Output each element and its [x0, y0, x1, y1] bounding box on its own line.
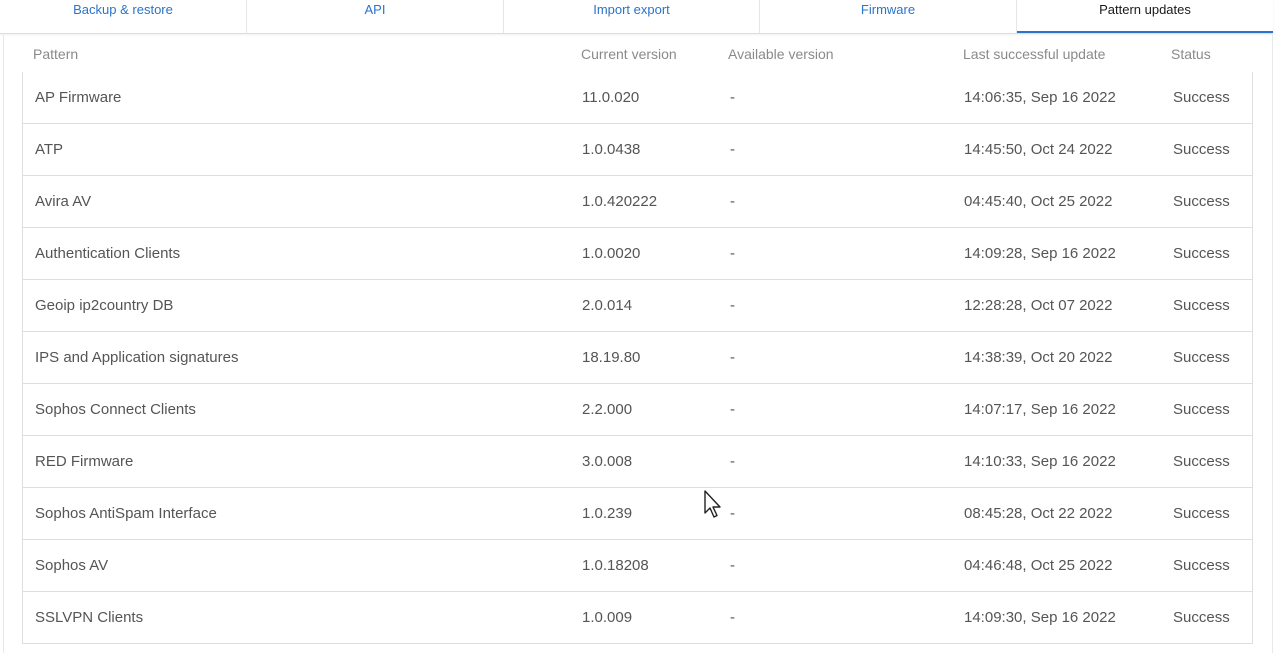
table-row[interactable]: ATP 1.0.0438 - 14:45:50, Oct 24 2022 Suc…	[22, 124, 1253, 176]
cell-status: Success	[1173, 557, 1230, 574]
cell-available-version: -	[730, 89, 735, 106]
cell-available-version: -	[730, 401, 735, 418]
cell-pattern: IPS and Application signatures	[35, 349, 239, 366]
cell-pattern: Authentication Clients	[35, 245, 181, 262]
cell-last-update: 14:38:39, Oct 20 2022	[964, 349, 1113, 366]
cell-last-update: 04:46:48, Oct 25 2022	[964, 557, 1113, 574]
cell-pattern: Avira AV	[35, 193, 92, 210]
cell-last-update: 12:28:28, Oct 07 2022	[964, 297, 1113, 314]
cell-current-version: 1.0.009	[582, 609, 633, 626]
cell-last-update: 14:10:33, Sep 16 2022	[964, 453, 1116, 470]
table-row[interactable]: Sophos AV 1.0.18208 - 04:46:48, Oct 25 2…	[22, 540, 1253, 592]
table-row[interactable]: Avira AV 1.0.420222 - 04:45:40, Oct 25 2…	[22, 176, 1253, 228]
tab-pattern-updates[interactable]: Pattern updates	[1017, 0, 1273, 33]
mouse-pointer-icon	[704, 490, 721, 518]
cell-pattern: Sophos Connect Clients	[35, 401, 196, 418]
cell-status: Success	[1173, 609, 1230, 626]
cell-pattern: SSLVPN Clients	[35, 609, 144, 626]
cell-pattern: ATP	[35, 141, 64, 158]
table-row[interactable]: Sophos Connect Clients 2.2.000 - 14:07:1…	[22, 384, 1253, 436]
header-last-successful-update[interactable]: Last successful update	[963, 46, 1105, 62]
cell-available-version: -	[730, 453, 735, 470]
table-row[interactable]: Geoip ip2country DB 2.0.014 - 12:28:28, …	[22, 280, 1253, 332]
table-row[interactable]: SSLVPN Clients 1.0.009 - 14:09:30, Sep 1…	[22, 592, 1253, 644]
cell-pattern: Geoip ip2country DB	[35, 297, 174, 314]
cell-available-version: -	[730, 297, 735, 314]
cell-last-update: 04:45:40, Oct 25 2022	[964, 193, 1113, 210]
header-pattern[interactable]: Pattern	[33, 46, 78, 62]
cell-last-update: 08:45:28, Oct 22 2022	[964, 505, 1113, 522]
cell-current-version: 1.0.18208	[582, 557, 649, 574]
cell-pattern: AP Firmware	[35, 89, 122, 106]
cell-last-update: 14:45:50, Oct 24 2022	[964, 141, 1113, 158]
header-status[interactable]: Status	[1171, 46, 1211, 62]
cell-pattern: Sophos AntiSpam Interface	[35, 505, 217, 522]
table-header: Pattern Current version Available versio…	[22, 38, 1253, 72]
pattern-updates-table: Pattern Current version Available versio…	[22, 38, 1253, 644]
cell-status: Success	[1173, 245, 1230, 262]
cell-last-update: 14:09:28, Sep 16 2022	[964, 245, 1116, 262]
cell-status: Success	[1173, 89, 1230, 106]
cell-status: Success	[1173, 401, 1230, 418]
cell-current-version: 11.0.020	[582, 89, 640, 106]
tab-backup-restore[interactable]: Backup & restore	[0, 0, 247, 33]
cell-pattern: Sophos AV	[35, 557, 109, 574]
table-row[interactable]: Sophos AntiSpam Interface 1.0.239 - 08:4…	[22, 488, 1253, 540]
cell-current-version: 1.0.0020	[582, 245, 641, 262]
tab-import-export[interactable]: Import export	[504, 0, 760, 33]
cell-current-version: 1.0.239	[582, 505, 633, 522]
table-row[interactable]: Authentication Clients 1.0.0020 - 14:09:…	[22, 228, 1253, 280]
cell-current-version: 2.0.014	[582, 297, 633, 314]
cell-status: Success	[1173, 453, 1230, 470]
cell-status: Success	[1173, 297, 1230, 314]
tab-bar: Backup & restore API Import export Firmw…	[0, 0, 1273, 34]
cell-available-version: -	[730, 245, 735, 262]
cell-available-version: -	[730, 505, 735, 522]
cell-status: Success	[1173, 349, 1230, 366]
cell-status: Success	[1173, 141, 1230, 158]
cell-current-version: 2.2.000	[582, 401, 633, 418]
content-left-border	[3, 33, 4, 653]
cell-last-update: 14:06:35, Sep 16 2022	[964, 89, 1116, 106]
cell-status: Success	[1173, 505, 1230, 522]
table-row[interactable]: RED Firmware 3.0.008 - 14:10:33, Sep 16 …	[22, 436, 1253, 488]
header-available-version[interactable]: Available version	[728, 46, 834, 62]
content-right-border	[1272, 33, 1273, 653]
cell-current-version: 18.19.80	[582, 349, 641, 366]
cell-status: Success	[1173, 193, 1230, 210]
cell-current-version: 3.0.008	[582, 453, 633, 470]
table-row[interactable]: IPS and Application signatures 18.19.80 …	[22, 332, 1253, 384]
cell-available-version: -	[730, 193, 735, 210]
cell-available-version: -	[730, 609, 735, 626]
cell-available-version: -	[730, 141, 735, 158]
table-row[interactable]: AP Firmware 11.0.020 - 14:06:35, Sep 16 …	[22, 72, 1253, 124]
cell-last-update: 14:07:17, Sep 16 2022	[964, 401, 1116, 418]
tab-api[interactable]: API	[247, 0, 504, 33]
cell-available-version: -	[730, 557, 735, 574]
tab-firmware[interactable]: Firmware	[760, 0, 1017, 33]
cell-available-version: -	[730, 349, 735, 366]
cell-current-version: 1.0.0438	[582, 141, 641, 158]
cell-pattern: RED Firmware	[35, 453, 134, 470]
cell-current-version: 1.0.420222	[582, 193, 658, 210]
cell-last-update: 14:09:30, Sep 16 2022	[964, 609, 1116, 626]
header-current-version[interactable]: Current version	[581, 46, 677, 62]
